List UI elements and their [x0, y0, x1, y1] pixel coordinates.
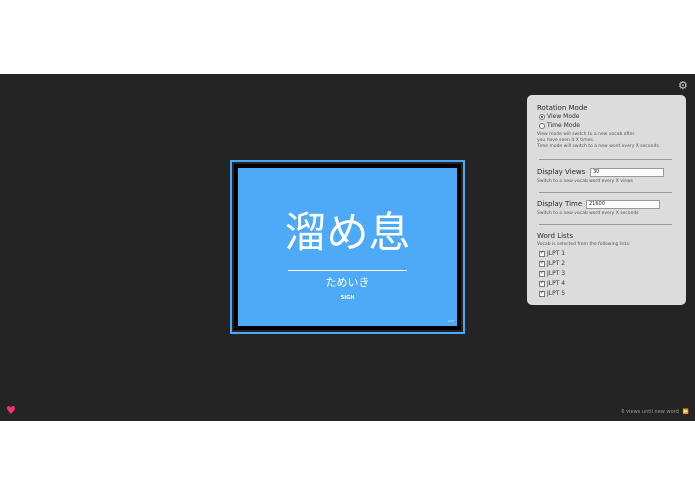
list-item[interactable]: JLPT 3 — [539, 270, 565, 278]
rotation-help-line: Time mode will switch to a new word ever… — [537, 144, 661, 149]
settings-panel: Rotation Mode View Mode Time Mode View m… — [527, 95, 686, 305]
list-item[interactable]: JLPT 4 — [539, 280, 565, 288]
list-label: JLPT 4 — [547, 280, 566, 287]
list-item[interactable]: JLPT 1 — [539, 250, 565, 258]
list-label: JLPT 3 — [547, 270, 566, 277]
jlpt4-checkbox[interactable] — [539, 280, 545, 287]
word-lists-title: Word Lists — [537, 232, 574, 240]
fast-forward-icon[interactable]: ⏩ — [683, 409, 689, 415]
status-bar: 6 views until new word ⏩ — [621, 409, 689, 415]
jlpt3-checkbox[interactable] — [539, 270, 545, 277]
vocab-kanji: 溜め息 — [284, 208, 411, 257]
list-label: JLPT 1 — [547, 250, 566, 257]
list-label: JLPT 5 — [547, 290, 566, 297]
vocab-card: 溜め息 ためいき SIGH JLPT — [238, 168, 457, 326]
view-mode-radio[interactable] — [539, 114, 545, 120]
jlpt5-checkbox[interactable] — [539, 290, 545, 297]
time-mode-label: Time Mode — [547, 122, 580, 129]
vocab-card-border: 溜め息 ためいき SIGH JLPT — [234, 164, 461, 330]
word-lists-help: Vocab is selected from the following lis… — [537, 242, 631, 247]
vocab-meaning: SIGH — [340, 295, 355, 301]
divider — [539, 159, 672, 160]
jlpt2-checkbox[interactable] — [539, 260, 545, 267]
views-until-new: 6 views until new word — [621, 409, 679, 415]
time-mode-radio[interactable] — [539, 123, 545, 129]
heart-icon[interactable]: ♥ — [6, 405, 16, 416]
list-item[interactable]: JLPT 2 — [539, 260, 565, 268]
jlpt1-checkbox[interactable] — [539, 250, 545, 257]
vocab-card-frame: 溜め息 ためいき SIGH JLPT — [230, 160, 465, 334]
display-views-input[interactable]: 30 — [590, 168, 664, 177]
gear-icon[interactable]: ⚙ — [678, 80, 689, 91]
rotation-help: View mode will switch to a new vocab aft… — [537, 132, 682, 150]
rotation-mode-title: Rotation Mode — [537, 104, 588, 112]
list-item[interactable]: JLPT 5 — [539, 290, 565, 298]
display-views-label: Display Views — [537, 168, 586, 176]
app-viewport: ⚙ 溜め息 ためいき SIGH JLPT Rotation Mode View … — [0, 74, 695, 421]
divider — [539, 192, 672, 193]
display-time-input[interactable]: 21600 — [586, 200, 660, 209]
view-mode-label: View Mode — [547, 113, 580, 120]
time-mode-option[interactable]: Time Mode — [539, 122, 580, 130]
list-label: JLPT 2 — [547, 260, 566, 267]
card-tag: JLPT — [447, 319, 454, 323]
divider — [539, 224, 672, 225]
view-mode-option[interactable]: View Mode — [539, 113, 580, 121]
card-divider — [288, 270, 407, 271]
display-views-help: Switch to a new vocab word every X views — [537, 179, 633, 184]
display-time-label: Display Time — [537, 200, 583, 208]
display-time-help: Switch to a new vocab word every X secon… — [537, 211, 639, 216]
vocab-reading: ためいき — [325, 276, 370, 289]
